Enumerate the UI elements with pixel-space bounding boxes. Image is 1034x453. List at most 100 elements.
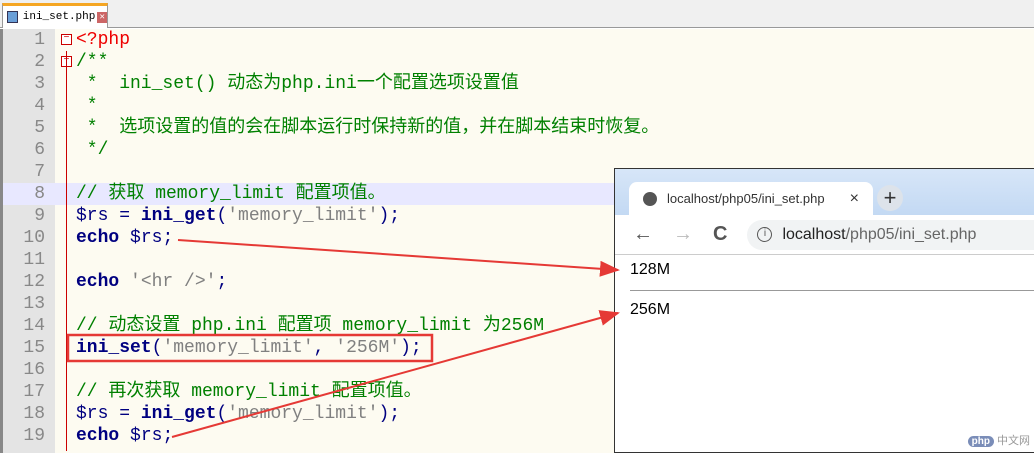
line-number: 3 <box>34 74 45 94</box>
line-number: 9 <box>34 206 45 226</box>
address-bar[interactable]: i localhost /php05/ini_set.php <box>747 219 1034 250</box>
code-token: ; <box>162 426 174 446</box>
output-line-2: 256M <box>630 301 671 318</box>
code-token: $rs <box>76 404 109 424</box>
browser-tab-title: localhost/php05/ini_set.php <box>667 191 825 206</box>
code-token: echo <box>76 426 120 446</box>
code-line: 3 * ini_set() 动态为php.ini一个配置选项设置值 <box>3 73 1034 95</box>
code-token: <?php <box>76 30 131 50</box>
code-token: = <box>108 206 141 226</box>
code-token: ); <box>400 338 422 358</box>
line-number: 16 <box>23 360 45 380</box>
watermark-badge: php <box>967 436 994 447</box>
code-token: * ini_set() 动态为php.ini一个配置选项设置值 <box>76 74 519 94</box>
code-token: ; <box>162 228 174 248</box>
code-token: = <box>108 404 141 424</box>
reload-button[interactable]: C <box>713 223 727 246</box>
file-tab-label: ini_set.php <box>22 11 96 23</box>
code-text: <?php <box>76 29 130 51</box>
code-line: 1 − <?php <box>3 29 1034 51</box>
browser-toolbar: ← → C i localhost /php05/ini_set.php <box>615 215 1034 255</box>
globe-icon <box>643 191 657 206</box>
info-icon[interactable]: i <box>757 227 773 242</box>
close-tab-icon[interactable]: ✕ <box>97 11 107 23</box>
line-number: 6 <box>34 140 45 160</box>
code-token: // 再次获取 memory_limit 配置项值。 <box>76 382 422 402</box>
code-text: * 选项设置的值的会在脚本运行时保持新的值，并在脚本结束时恢复。 <box>76 117 659 139</box>
code-token: $rs <box>119 426 163 446</box>
code-text: echo $rs; <box>76 425 173 447</box>
code-text: */ <box>76 139 109 161</box>
code-token: ); <box>378 404 401 424</box>
code-token: ini_get <box>140 206 217 226</box>
code-token: $rs <box>76 206 109 226</box>
output-line-1: 128M <box>630 261 671 278</box>
url-path: /php05/ini_set.php <box>845 225 977 243</box>
file-icon <box>7 11 18 23</box>
code-token: ( <box>216 206 228 226</box>
file-tab[interactable]: ini_set.php ✕ <box>2 3 108 28</box>
code-line: 2−/** <box>3 51 1034 73</box>
forward-button[interactable]: → <box>673 223 693 246</box>
line-number: 13 <box>23 294 45 314</box>
line-number: 1 <box>34 30 45 50</box>
code-token: // 获取 memory_limit 配置项值。 <box>76 184 386 204</box>
code-token: * <box>76 96 98 116</box>
code-line: 5 * 选项设置的值的会在脚本运行时保持新的值，并在脚本结束时恢复。 <box>3 117 1034 139</box>
code-text: ini_set('memory_limit', '256M'); <box>76 337 422 359</box>
watermark: php 中文网 <box>967 432 1030 448</box>
line-number: 17 <box>23 382 45 402</box>
code-text: * ini_set() 动态为php.ini一个配置选项设置值 <box>76 73 519 95</box>
code-token: $rs <box>119 228 163 248</box>
code-text: /** <box>76 51 108 73</box>
code-text: // 再次获取 memory_limit 配置项值。 <box>76 381 422 403</box>
line-number: 5 <box>34 118 45 138</box>
close-icon[interactable]: × <box>850 190 859 208</box>
code-line: 4 * <box>3 95 1034 117</box>
file-tab-bar: ini_set.php ✕ <box>0 0 1034 28</box>
code-token: // 动态设置 php.ini 配置项 memory_limit 为256M <box>76 316 545 336</box>
code-token: ini_set <box>76 338 152 358</box>
code-token: '256M' <box>335 338 401 358</box>
line-number: 2 <box>34 52 45 72</box>
code-token: , <box>313 338 336 358</box>
code-token: 'memory_limit' <box>227 404 379 424</box>
code-text: * <box>76 95 98 117</box>
code-token: ); <box>378 206 401 226</box>
code-token: ( <box>216 404 228 424</box>
code-text: $rs = ini_get('memory_limit'); <box>76 403 400 425</box>
code-text: // 动态设置 php.ini 配置项 memory_limit 为256M <box>76 315 544 337</box>
code-token: ini_get <box>140 404 217 424</box>
line-number: 10 <box>23 228 45 248</box>
code-token: ( <box>151 338 163 358</box>
code-token: ; <box>216 272 228 292</box>
code-text: // 获取 memory_limit 配置项值。 <box>76 183 386 205</box>
line-number: 14 <box>23 316 45 336</box>
code-token: '<hr />' <box>119 272 217 292</box>
line-number: 19 <box>23 426 45 446</box>
code-token: */ <box>76 140 109 160</box>
line-number: 7 <box>34 162 45 182</box>
line-number: 4 <box>34 96 45 116</box>
line-number: 15 <box>23 338 45 358</box>
line-number: 12 <box>23 272 45 292</box>
code-token: * 选项设置的值的会在脚本运行时保持新的值，并在脚本结束时恢复。 <box>76 118 660 138</box>
watermark-text: 中文网 <box>997 435 1030 447</box>
back-button[interactable]: ← <box>633 223 653 246</box>
new-tab-button[interactable]: + <box>877 185 903 211</box>
browser-tab-strip: localhost/php05/ini_set.php × + <box>615 169 1034 215</box>
code-line: 6 */ <box>3 139 1034 161</box>
code-token: 'memory_limit' <box>227 206 379 226</box>
fold-line <box>66 51 67 451</box>
fold-toggle-icon[interactable]: − <box>61 34 72 45</box>
code-text: $rs = ini_get('memory_limit'); <box>76 205 400 227</box>
code-token: /** <box>76 52 109 72</box>
code-text: echo '<hr />'; <box>76 271 227 293</box>
url-host: localhost <box>782 225 846 243</box>
browser-tab[interactable]: localhost/php05/ini_set.php × <box>629 182 873 215</box>
browser-window: localhost/php05/ini_set.php × + ← → C i … <box>614 168 1034 453</box>
line-number: 11 <box>23 250 45 270</box>
line-number: 18 <box>23 404 45 424</box>
code-token: echo <box>76 228 120 248</box>
code-token: 'memory_limit' <box>162 338 314 358</box>
